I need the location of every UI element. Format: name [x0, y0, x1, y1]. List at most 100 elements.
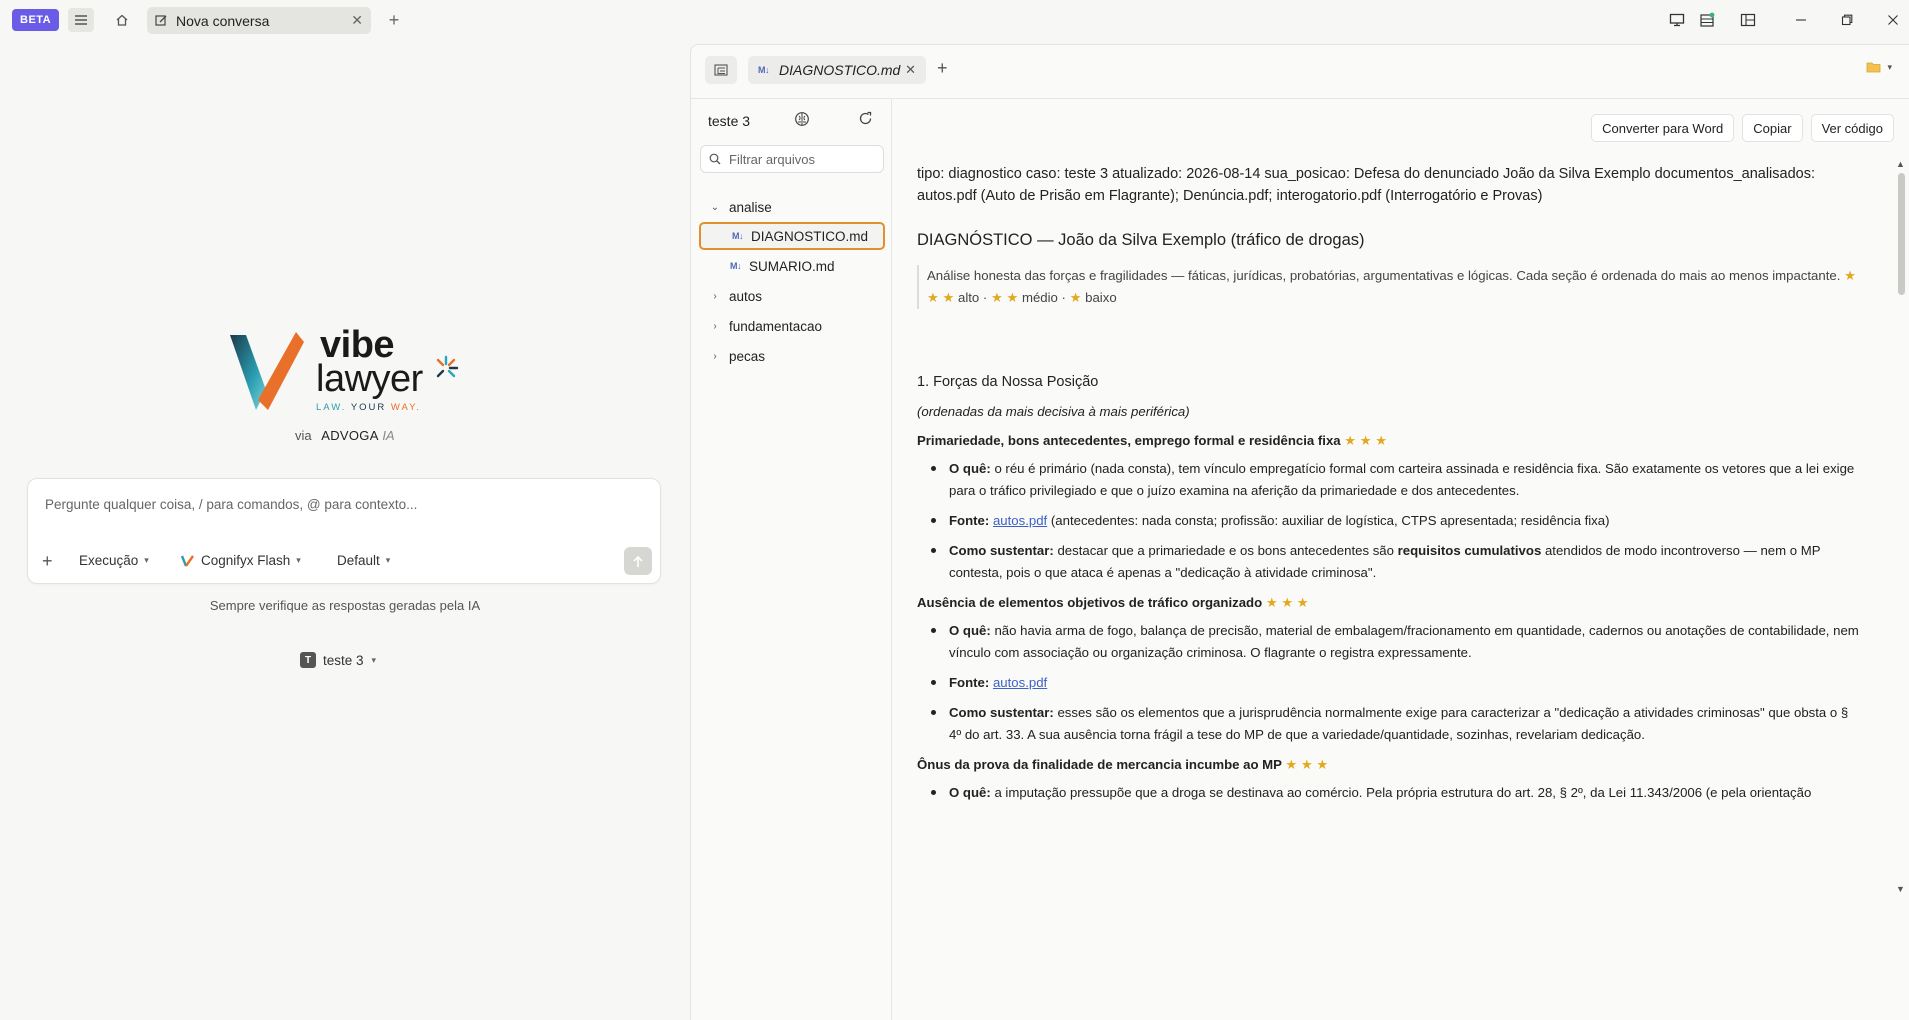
tree-project-name: teste 3 — [708, 113, 751, 129]
new-tab-button[interactable]: + — [382, 8, 406, 32]
strength-list: O quê: a imputação pressupõe que a droga… — [917, 782, 1862, 804]
brain-icon — [795, 112, 809, 126]
star-icon: ★ ★ ★ — [1285, 757, 1329, 772]
tree-file-diagnostico[interactable]: M↓ DIAGNOSTICO.md — [699, 222, 885, 250]
markdown-icon: M↓ — [732, 231, 744, 241]
menu-icon — [75, 15, 87, 25]
section-subtitle: (ordenadas da mais decisiva à mais perif… — [917, 404, 1190, 419]
star-icon: ★ ★ ★ — [1265, 595, 1309, 610]
list-item: O quê: não havia arma de fogo, balança d… — [917, 620, 1862, 664]
filter-files-input[interactable]: Filtrar arquivos — [700, 145, 884, 173]
section-heading: 1. Forças da Nossa Posição — [917, 374, 1099, 390]
profile-selector[interactable]: Default ▾ — [337, 553, 390, 568]
mode-selector[interactable]: Execução ▾ — [79, 553, 149, 568]
list-item: Como sustentar: esses são os elementos q… — [917, 702, 1862, 746]
chat-input-box[interactable]: Pergunte qualquer coisa, / para comandos… — [27, 478, 661, 584]
doc-title: DIAGNÓSTICO — João da Silva Exemplo (trá… — [917, 231, 1365, 249]
document-scrollbar[interactable]: ▲ ▼ — [1895, 159, 1907, 894]
markdown-content: tipo: diagnostico caso: teste 3 atualiza… — [917, 161, 1862, 919]
tab-diagnostico[interactable]: M↓ DIAGNOSTICO.md ✕ — [748, 56, 926, 84]
chevron-down-icon: ▾ — [385, 555, 391, 565]
strength-heading: Ônus da prova da finalidade de mercancia… — [917, 757, 1329, 772]
menu-button[interactable] — [68, 8, 94, 32]
split-view-icon — [1740, 13, 1756, 27]
home-button[interactable] — [109, 8, 135, 32]
view-code-button[interactable]: Ver código — [1810, 114, 1894, 142]
cognifyx-icon — [181, 554, 194, 567]
document-toolbar: Converter para Word Copiar Ver código — [1591, 114, 1894, 142]
chevron-right-icon: › — [713, 320, 717, 332]
autos-pdf-link[interactable]: autos.pdf — [993, 513, 1047, 528]
frontmatter: tipo: diagnostico caso: teste 3 atualiza… — [917, 166, 1815, 204]
project-selector[interactable]: T teste 3 ▾ — [300, 652, 376, 668]
chevron-down-icon: ⌄ — [710, 201, 720, 213]
scroll-up-icon[interactable]: ▲ — [1896, 159, 1905, 169]
close-icon — [1888, 15, 1898, 25]
chevron-down-icon: ▾ — [296, 555, 301, 565]
chevron-down-icon: ▾ — [1887, 61, 1892, 72]
split-view-button[interactable] — [1733, 8, 1763, 32]
markdown-icon: M↓ — [758, 65, 770, 75]
logo-word-lawyer: lawyer — [316, 358, 423, 400]
tree-folder-analise[interactable]: ⌄ analise — [699, 193, 885, 221]
scroll-down-icon[interactable]: ▼ — [1896, 884, 1905, 894]
refresh-icon — [859, 111, 872, 125]
layout-icon — [1700, 12, 1715, 27]
tab-label: Nova conversa — [176, 12, 270, 29]
new-file-tab-button[interactable]: + — [937, 58, 948, 79]
close-tab-button[interactable]: ✕ — [351, 12, 363, 29]
model-selector[interactable]: Cognifyx Flash ▾ — [181, 553, 301, 568]
restore-button[interactable] — [1832, 8, 1862, 32]
convert-to-word-button[interactable]: Converter para Word — [1591, 114, 1735, 142]
home-icon — [116, 14, 128, 26]
star-icon: ★ — [1069, 290, 1082, 305]
close-window-button[interactable] — [1878, 8, 1908, 32]
close-file-tab-button[interactable]: ✕ — [905, 62, 916, 78]
tree-folder-pecas[interactable]: › pecas — [699, 342, 885, 370]
scrollbar-thumb[interactable] — [1898, 173, 1905, 295]
chevron-right-icon: › — [713, 350, 717, 362]
list-item: O quê: a imputação pressupõe que a droga… — [917, 782, 1862, 804]
minimize-icon — [1796, 19, 1806, 21]
refresh-button[interactable] — [858, 111, 873, 131]
tree-file-sumario[interactable]: M↓ SUMARIO.md — [699, 252, 885, 280]
file-viewer-panel: M↓ DIAGNOSTICO.md ✕ + ▾ teste 3 Filtrar … — [690, 44, 1909, 1020]
restore-icon — [1841, 14, 1853, 26]
chevron-right-icon: › — [713, 290, 717, 302]
via-advoga: via ADVOGA IA — [295, 428, 395, 443]
markdown-icon: M↓ — [730, 261, 742, 271]
star-icon: ★ ★ ★ — [1344, 433, 1388, 448]
strength-list: O quê: não havia arma de fogo, balança d… — [917, 620, 1862, 746]
chevron-down-icon: ▾ — [371, 654, 377, 665]
tab-nova-conversa[interactable]: Nova conversa ✕ — [147, 7, 371, 34]
ai-disclaimer: Sempre verifique as respostas geradas pe… — [209, 598, 481, 613]
title-bar: BETA Nova conversa ✕ + — [0, 0, 1909, 40]
file-tree-icon — [714, 64, 728, 76]
toggle-tree-button[interactable] — [705, 56, 737, 84]
edit-icon — [155, 15, 167, 26]
brain-button[interactable] — [794, 111, 810, 132]
tree-folder-autos[interactable]: › autos — [699, 282, 885, 310]
copy-button[interactable]: Copiar — [1742, 114, 1803, 142]
file-tree: teste 3 Filtrar arquivos ⌄ analise M↓ DI… — [691, 99, 892, 1020]
logo-tagline: LAW. YOUR WAY. — [316, 402, 421, 413]
autos-pdf-link[interactable]: autos.pdf — [993, 675, 1047, 690]
send-button[interactable] — [624, 547, 652, 575]
monitor-icon — [1669, 13, 1685, 27]
attach-button[interactable]: + — [42, 551, 53, 572]
panel-layout-button[interactable] — [1692, 8, 1722, 32]
intro-quote: Análise honesta das forças e fragilidade… — [917, 265, 1862, 309]
beta-badge: BETA — [12, 9, 60, 31]
list-item: Como sustentar: destacar que a primaried… — [917, 540, 1862, 584]
chat-input-placeholder[interactable]: Pergunte qualquer coisa, / para comandos… — [45, 497, 417, 512]
chat-panel: vibe lawyer LAW. YOUR WAY. via ADVOGA IA… — [0, 40, 690, 1020]
folder-icon — [1867, 62, 1881, 73]
folder-menu-button[interactable]: ▾ — [1866, 61, 1892, 73]
monitor-button[interactable] — [1662, 8, 1692, 32]
list-item: Fonte: autos.pdf — [917, 672, 1862, 694]
tree-folder-fundamentacao[interactable]: › fundamentacao — [699, 312, 885, 340]
list-item: Fonte: autos.pdf (antecedentes: nada con… — [917, 510, 1862, 532]
minimize-button[interactable] — [1786, 8, 1816, 32]
strength-heading: Primariedade, bons antecedentes, emprego… — [917, 433, 1388, 448]
file-tab-bar: M↓ DIAGNOSTICO.md ✕ + ▾ — [691, 45, 1909, 99]
